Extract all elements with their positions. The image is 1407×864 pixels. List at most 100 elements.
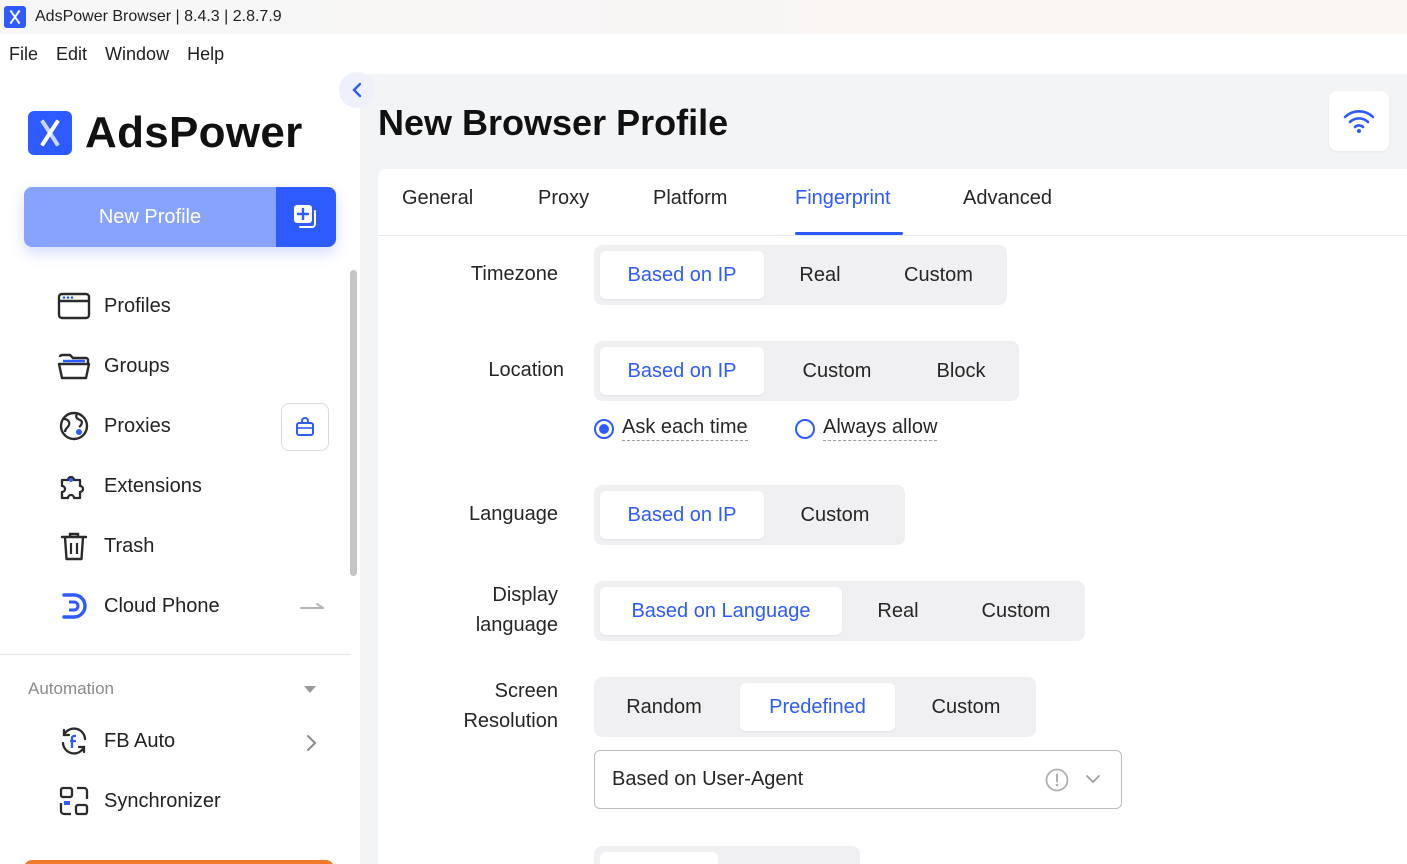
language-option-based-on-ip[interactable]: Based on IP [600, 491, 764, 539]
add-profile-icon [294, 205, 316, 228]
sidebar-item-label: Groups [104, 354, 170, 377]
synchronizer-icon [56, 783, 92, 819]
timezone-label: Timezone [470, 263, 558, 285]
sidebar-item-label: Profiles [104, 294, 171, 317]
location-label: Location [488, 359, 564, 381]
puzzle-icon [56, 468, 92, 504]
tab-advanced[interactable]: Advanced [963, 187, 1052, 210]
sidebar-item-groups[interactable]: Groups [56, 344, 336, 388]
timezone-option-based-on-ip[interactable]: Based on IP [600, 251, 764, 299]
menu-bar: File Edit Window Help [0, 34, 1407, 74]
display-language-label-line1: Display [492, 584, 558, 606]
sidebar-item-synchronizer[interactable]: Synchronizer [56, 779, 336, 823]
radio-label: Ask each time [622, 416, 748, 441]
sidebar-item-extensions[interactable]: Extensions [56, 464, 336, 508]
page-title: New Browser Profile [378, 102, 729, 143]
display-language-option-based-on-language[interactable]: Based on Language [600, 587, 842, 635]
screen-resolution-label-line2: Resolution [463, 710, 558, 732]
facebook-refresh-icon [56, 723, 92, 759]
app-icon [4, 6, 26, 28]
profiles-icon [56, 288, 92, 324]
sidebar-scrollbar[interactable] [350, 270, 357, 576]
screen-resolution-label-line1: Screen [494, 680, 558, 702]
sidebar-item-profiles[interactable]: Profiles [56, 284, 336, 328]
title-bar: AdsPower Browser | 8.4.3 | 2.8.7.9 [0, 0, 1407, 34]
network-status-button[interactable] [1329, 91, 1389, 151]
chevron-down-icon[interactable] [1085, 773, 1101, 785]
tab-bar: General Proxy Platform Fingerprint Advan… [378, 169, 1407, 236]
main-panel: New Browser Profile General Proxy Platfo… [360, 74, 1407, 864]
screen-resolution-dropdown[interactable]: Based on User-Agent [594, 750, 1122, 809]
chevron-left-icon [352, 82, 362, 98]
location-option-block[interactable]: Block [906, 347, 1016, 395]
menu-file[interactable]: File [9, 44, 38, 65]
active-tab-indicator [795, 232, 903, 235]
new-profile-button[interactable]: New Profile [24, 187, 336, 247]
language-option-custom[interactable]: Custom [770, 491, 900, 539]
profile-form-card: General Proxy Platform Fingerprint Advan… [378, 169, 1407, 864]
sidebar-item-trash[interactable]: Trash [56, 524, 336, 568]
sidebar: AdsPower New Profile Profiles Groups Pro… [0, 74, 360, 864]
screen-resolution-label: Screen Resolution [463, 676, 558, 736]
display-language-option-real[interactable]: Real [848, 587, 948, 635]
menu-help[interactable]: Help [187, 44, 224, 65]
screen-resolution-option-predefined[interactable]: Predefined [740, 683, 895, 731]
timezone-option-custom[interactable]: Custom [876, 251, 1001, 299]
arrow-right-icon [300, 603, 324, 609]
sidebar-item-fb-auto[interactable]: FB Auto [56, 719, 336, 763]
sidebar-item-label: Synchronizer [104, 789, 221, 812]
new-profile-label[interactable]: New Profile [24, 187, 276, 247]
logo-text: AdsPower [85, 108, 303, 157]
tab-platform[interactable]: Platform [653, 187, 727, 210]
display-language-selector: Based on Language Real Custom [594, 581, 1085, 641]
menu-edit[interactable]: Edit [56, 44, 87, 65]
sidebar-item-label: Proxies [104, 414, 171, 437]
sidebar-item-cloud-phone[interactable]: Cloud Phone [56, 584, 336, 628]
display-language-option-custom[interactable]: Custom [950, 587, 1082, 635]
info-icon[interactable] [1045, 768, 1069, 792]
radio-unchecked-icon [795, 418, 815, 439]
tab-fingerprint[interactable]: Fingerprint [795, 187, 891, 210]
tab-proxy[interactable]: Proxy [538, 187, 589, 210]
timezone-option-real[interactable]: Real [770, 251, 870, 299]
batch-add-button[interactable] [276, 187, 336, 247]
sidebar-item-label: Trash [104, 534, 155, 557]
shopping-bag-icon [296, 417, 314, 436]
sidebar-item-label: Extensions [104, 474, 202, 497]
language-selector: Based on IP Custom [594, 485, 905, 545]
radio-always-allow[interactable]: Always allow [795, 416, 938, 441]
dropdown-value: Based on User-Agent [612, 768, 804, 790]
sidebar-divider [0, 654, 351, 655]
promo-banner[interactable] [24, 860, 334, 864]
radio-checked-icon [594, 418, 614, 439]
window-title: AdsPower Browser | 8.4.3 | 2.8.7.9 [35, 8, 282, 25]
timezone-selector: Based on IP Real Custom [594, 245, 1007, 305]
collapse-sidebar-button[interactable] [339, 72, 375, 108]
caret-down-icon[interactable] [304, 686, 316, 693]
cloud-phone-icon [56, 588, 92, 624]
sidebar-item-label: Cloud Phone [104, 594, 220, 617]
automation-section-title: Automation [28, 679, 114, 698]
adspower-logo-icon [28, 111, 72, 155]
globe-icon [56, 408, 92, 444]
menu-window[interactable]: Window [105, 44, 169, 65]
chevron-right-icon[interactable] [305, 734, 317, 752]
proxy-shop-button[interactable] [281, 403, 329, 451]
location-option-custom[interactable]: Custom [770, 347, 904, 395]
display-language-label-line2: language [475, 614, 558, 636]
trash-icon [56, 528, 92, 564]
display-language-label: Display language [476, 580, 558, 640]
screen-resolution-selector: Random Predefined Custom [594, 677, 1036, 737]
screen-resolution-option-custom[interactable]: Custom [901, 683, 1031, 731]
sidebar-item-label: FB Auto [104, 729, 176, 752]
wifi-icon [1343, 110, 1375, 133]
screen-resolution-option-random[interactable]: Random [600, 683, 728, 731]
tab-general[interactable]: General [402, 187, 473, 210]
folder-icon [56, 348, 92, 384]
location-option-based-on-ip[interactable]: Based on IP [600, 347, 764, 395]
location-selector: Based on IP Custom Block [594, 341, 1019, 401]
radio-ask-each-time[interactable]: Ask each time [594, 416, 748, 441]
next-setting-selected-option[interactable] [600, 852, 718, 864]
radio-label: Always allow [823, 416, 938, 441]
language-label: Language [469, 503, 558, 525]
